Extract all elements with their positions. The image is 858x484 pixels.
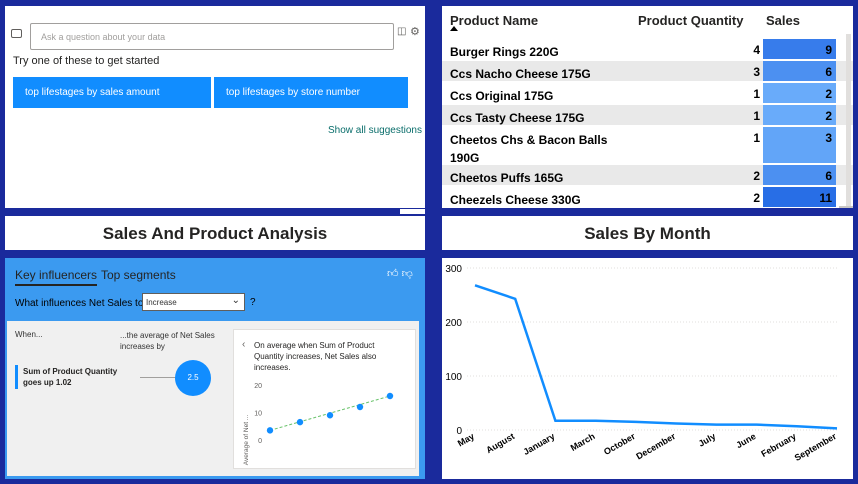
cell-product-quantity: 3 bbox=[753, 65, 760, 79]
cell-sales: 6 bbox=[763, 61, 836, 81]
mini-tick-label: 0 bbox=[258, 438, 262, 445]
product-table: Product Name Product Quantity Sales Burg… bbox=[442, 6, 853, 208]
x-tick-label: September bbox=[793, 431, 839, 463]
tab-key-influencers[interactable]: Key influencers bbox=[15, 268, 98, 286]
mini-axis-label: Average of Net ... bbox=[243, 415, 250, 466]
key-influencers-panel: Key influencers Top segments 👍︎ 👎︎ What … bbox=[5, 258, 425, 479]
table-row[interactable]: Ccs Nacho Cheese 175G 3 6 bbox=[442, 61, 853, 81]
suggestion-button-2[interactable]: top lifestages by store number bbox=[214, 77, 408, 108]
cell-sales: 2 bbox=[763, 105, 836, 125]
qa-search-input[interactable]: Ask a question about your data bbox=[30, 23, 394, 50]
table-row[interactable]: Cheezels Cheese 330G 2 11 bbox=[442, 187, 853, 207]
mini-tick-label: 10 bbox=[254, 411, 262, 418]
table-row[interactable]: Cheetos Puffs 165G 2 6 bbox=[442, 165, 853, 185]
y-tick-label: 0 bbox=[456, 426, 462, 437]
x-tick-label: July bbox=[697, 431, 718, 449]
gear-icon[interactable]: ⚙ bbox=[410, 25, 420, 38]
cell-product-quantity: 1 bbox=[753, 131, 760, 145]
x-tick-label: June bbox=[734, 431, 757, 450]
y-tick-label: 300 bbox=[445, 264, 462, 275]
table-row[interactable]: Ccs Tasty Cheese 175G 1 2 bbox=[442, 105, 853, 125]
mini-point bbox=[266, 427, 274, 434]
suggestion-button-1[interactable]: top lifestages by sales amount bbox=[13, 77, 211, 108]
dropdown-value: Increase bbox=[146, 298, 177, 307]
direction-dropdown[interactable]: Increase ⌄ bbox=[142, 293, 245, 311]
when-label: When... bbox=[15, 330, 43, 339]
cell-sales: 6 bbox=[763, 165, 836, 185]
x-tick-label: March bbox=[569, 431, 597, 453]
mini-point bbox=[326, 412, 334, 419]
scrollbar-thumb[interactable] bbox=[839, 206, 853, 208]
vertical-scrollbar[interactable] bbox=[846, 34, 851, 206]
cell-product-name: Cheezels Cheese 330G bbox=[450, 193, 581, 207]
table-row[interactable]: Cheetos Chs & Bacon Balls 190G 1 3 bbox=[442, 127, 853, 165]
sales-by-month-chart: 0 100 200 300 May August January March October De… bbox=[442, 258, 853, 479]
thumbs-down-icon[interactable]: 👎︎ bbox=[402, 268, 413, 280]
question-mark: ? bbox=[250, 297, 256, 308]
cell-product-quantity: 1 bbox=[753, 87, 760, 101]
table-row[interactable]: Burger Rings 220G 4 9 bbox=[442, 39, 853, 59]
table-header: Product Name Product Quantity Sales bbox=[442, 6, 853, 34]
tab-top-segments[interactable]: Top segments bbox=[101, 268, 176, 282]
thumbs-up-icon[interactable]: 👍︎ bbox=[387, 268, 399, 280]
line-chart-svg: 0100200300May August January March OctoberDe… bbox=[445, 264, 839, 463]
mini-tick-label: 20 bbox=[254, 383, 262, 390]
cell-product-quantity: 2 bbox=[753, 191, 760, 205]
cell-product-name: Ccs Original 175G bbox=[450, 89, 554, 103]
qa-panel: Ask a question about your data ◫ ⚙ Try o… bbox=[5, 6, 425, 208]
mini-scatter-chart: Average of Net ... 20 10 0 bbox=[243, 383, 394, 466]
influence-bubble[interactable]: 2.5 bbox=[175, 360, 211, 396]
influence-question: What influences Net Sales to bbox=[15, 298, 144, 309]
title-sales-by-month: Sales By Month bbox=[442, 216, 853, 250]
cell-sales: 2 bbox=[763, 83, 836, 103]
divider bbox=[400, 209, 425, 214]
teach-qa-icon[interactable]: ◫ bbox=[397, 26, 406, 37]
cell-product-name: Ccs Tasty Cheese 175G bbox=[450, 111, 585, 125]
chat-icon[interactable] bbox=[11, 29, 22, 38]
x-tick-label: October bbox=[602, 431, 637, 457]
connector-line bbox=[140, 377, 176, 378]
sales-line bbox=[474, 284, 838, 430]
cell-product-name: Ccs Nacho Cheese 175G bbox=[450, 67, 591, 81]
cell-product-quantity: 4 bbox=[753, 43, 760, 57]
cell-sales: 3 bbox=[763, 127, 836, 163]
feedback-icons: 👍︎ 👎︎ bbox=[387, 267, 413, 280]
cell-product-name: Cheetos Chs & Bacon Balls 190G bbox=[450, 133, 608, 165]
cell-sales: 11 bbox=[763, 187, 836, 207]
detail-card: ‹ On average when Sum of Product Quantit… bbox=[233, 329, 416, 469]
sort-arrow-icon bbox=[450, 26, 458, 31]
average-label: ...the average of Net Sales increases by bbox=[120, 331, 215, 351]
x-tick-label: August bbox=[484, 431, 516, 455]
cell-product-name: Cheetos Puffs 165G bbox=[450, 171, 564, 185]
y-tick-label: 100 bbox=[445, 372, 462, 383]
cell-sales: 9 bbox=[763, 39, 836, 59]
x-tick-label: December bbox=[634, 431, 677, 462]
title-sales-product-analysis: Sales And Product Analysis bbox=[5, 216, 425, 250]
chevron-down-icon: ⌄ bbox=[231, 295, 240, 306]
influencer-body: When... ...the average of Net Sales incr… bbox=[7, 321, 419, 476]
mini-point bbox=[296, 418, 304, 426]
header-sales[interactable]: Sales bbox=[766, 13, 800, 28]
y-tick-label: 200 bbox=[445, 318, 462, 329]
x-tick-label: January bbox=[522, 431, 557, 457]
cell-product-name: Burger Rings 220G bbox=[450, 45, 559, 59]
header-product-quantity[interactable]: Product Quantity bbox=[638, 13, 743, 28]
show-all-suggestions-link[interactable]: Show all suggestions bbox=[328, 125, 422, 136]
selected-indicator bbox=[15, 365, 18, 389]
mini-point bbox=[386, 392, 394, 400]
cell-product-quantity: 1 bbox=[753, 109, 760, 123]
influencer-item[interactable]: Sum of Product Quantity goes up 1.02 bbox=[23, 366, 123, 388]
cell-product-quantity: 2 bbox=[753, 169, 760, 183]
mini-point bbox=[356, 403, 364, 411]
header-product-name[interactable]: Product Name bbox=[450, 13, 538, 28]
try-text: Try one of these to get started bbox=[13, 55, 160, 67]
table-row[interactable]: Ccs Original 175G 1 2 bbox=[442, 83, 853, 103]
